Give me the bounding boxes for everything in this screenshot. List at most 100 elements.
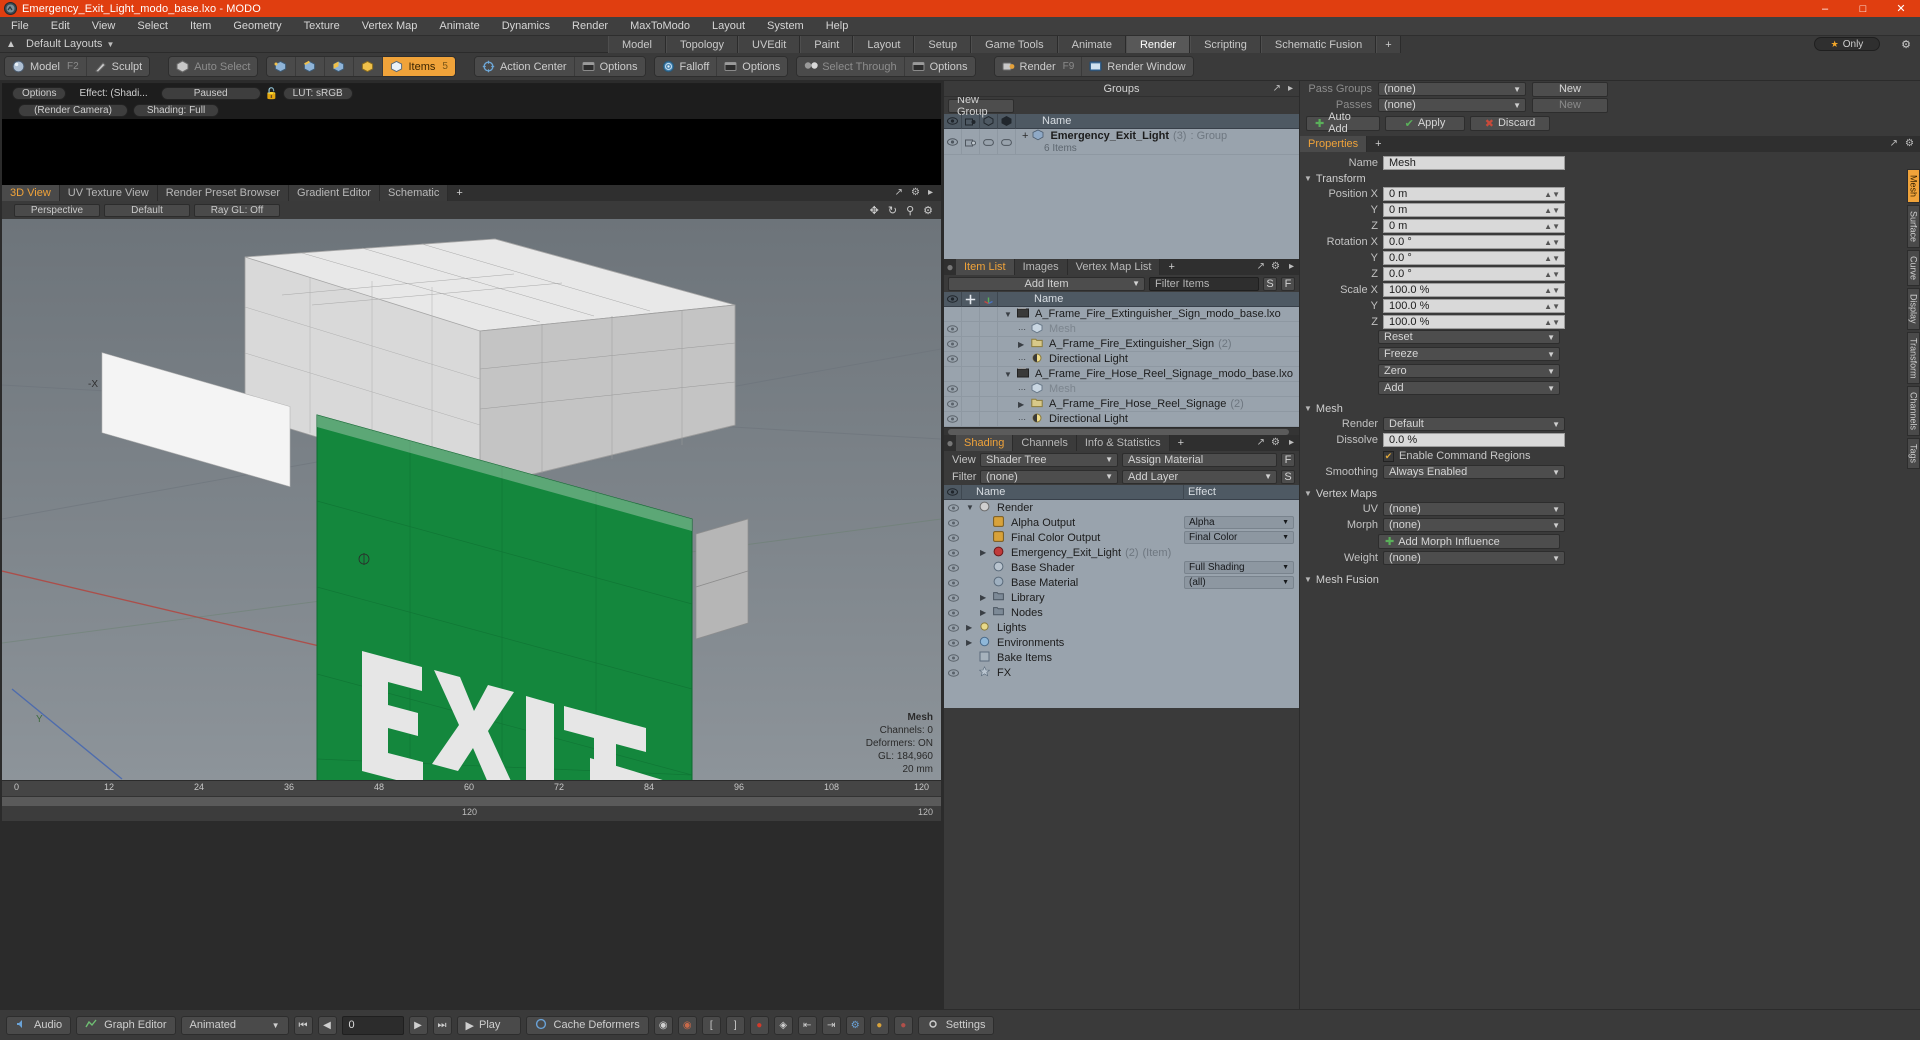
expander-icon[interactable]: ▶ bbox=[980, 548, 989, 557]
pass-groups-dropdown[interactable]: (none) ▼ bbox=[1378, 82, 1526, 96]
render-camera-button[interactable]: (Render Camera) bbox=[18, 104, 128, 117]
add-viewport-tab-button[interactable]: + bbox=[448, 185, 471, 201]
row-eye-icon[interactable] bbox=[944, 351, 962, 367]
row-eye-icon[interactable] bbox=[944, 396, 962, 412]
transform-row-field[interactable]: 100.0 % ▲▼ bbox=[1383, 299, 1565, 313]
list-item[interactable]: ⋯ Directional Light bbox=[944, 351, 1299, 367]
panel-tab-images[interactable]: Images bbox=[1014, 259, 1068, 275]
row-eye-icon[interactable] bbox=[944, 548, 962, 557]
step-back-icon[interactable]: ◀ bbox=[317, 1015, 337, 1035]
list-item[interactable]: ▶ A_Frame_Fire_Hose_Reel_Signage (2) bbox=[944, 396, 1299, 412]
shader-tree-row[interactable]: ▼ Render bbox=[944, 500, 1299, 515]
row-lock-toggle[interactable] bbox=[998, 129, 1016, 155]
bracket-left-icon[interactable]: [ bbox=[701, 1015, 721, 1035]
transform-row-field[interactable]: 0 m ▲▼ bbox=[1383, 219, 1565, 233]
expander-icon[interactable]: ⋯ bbox=[1018, 415, 1027, 424]
shader-tree-row[interactable]: Alpha Output Alpha ▼ bbox=[944, 515, 1299, 530]
discard-button[interactable]: ✖ Discard bbox=[1470, 115, 1550, 131]
row-eye-icon[interactable] bbox=[944, 366, 962, 382]
expander-icon[interactable]: ⋯ bbox=[1018, 325, 1027, 334]
shader-tree-row[interactable]: ▶ Library bbox=[944, 590, 1299, 605]
menu-item-layout[interactable]: Layout bbox=[701, 17, 756, 36]
row-axis-cell[interactable] bbox=[980, 321, 998, 337]
shader-row-effect-cell[interactable]: Full Shading ▼ bbox=[1184, 561, 1299, 574]
menu-item-vertex-map[interactable]: Vertex Map bbox=[351, 17, 429, 36]
shader-tree-dropdown[interactable]: Shader Tree ▼ bbox=[980, 452, 1118, 467]
bracket-right-icon[interactable]: ] bbox=[725, 1015, 745, 1035]
shader-tree-body[interactable]: ▼ Render Alpha Output Alpha ▼ Final Color Out… bbox=[944, 500, 1299, 708]
tab-schematic-fusion[interactable]: Schematic Fusion bbox=[1260, 36, 1377, 53]
spinner-icon[interactable]: ▲▼ bbox=[1544, 254, 1560, 263]
viewport-tab-schematic[interactable]: Schematic bbox=[380, 185, 449, 201]
preview-paused-button[interactable]: Paused bbox=[160, 86, 261, 100]
add-morph-influence-button[interactable]: ✚ Add Morph Influence bbox=[1378, 534, 1560, 549]
auto-add-button[interactable]: ✚ Auto Add bbox=[1306, 111, 1380, 135]
row-eye-icon[interactable] bbox=[944, 593, 962, 602]
expander-icon[interactable]: ⋯ bbox=[1018, 385, 1027, 394]
toolbar-button-action-center[interactable]: Action Center bbox=[474, 57, 575, 76]
row-eye-icon[interactable] bbox=[944, 623, 962, 632]
maximize-button[interactable]: □ bbox=[1844, 0, 1882, 17]
groups-list-body[interactable]: + Emergency_Exit_Light (3) : Group 6 Ite… bbox=[944, 129, 1299, 259]
expander-icon[interactable]: ▶ bbox=[966, 638, 975, 647]
eye-icon[interactable] bbox=[944, 484, 962, 500]
new-group-button[interactable]: New Group bbox=[948, 94, 1014, 118]
autokey-icon[interactable]: ● bbox=[869, 1015, 889, 1035]
shader-row-effect-cell[interactable]: (all) ▼ bbox=[1184, 576, 1299, 589]
cache-deformers-button[interactable]: Cache Deformers bbox=[525, 1015, 649, 1035]
preview-options-button[interactable]: Options bbox=[12, 86, 67, 100]
side-tab-surface[interactable]: Surface bbox=[1907, 205, 1920, 249]
add-layer-suffix-button[interactable]: S bbox=[1281, 469, 1295, 484]
assign-material-suffix-button[interactable]: F bbox=[1281, 452, 1295, 467]
mesh-dissolve-field[interactable]: 0.0 % bbox=[1383, 433, 1565, 447]
row-eye-icon[interactable] bbox=[944, 518, 962, 527]
vertex-map-dropdown[interactable]: (none) ▼ bbox=[1383, 502, 1565, 516]
transform-row-field[interactable]: 100.0 % ▲▼ bbox=[1383, 315, 1565, 329]
menu-item-dynamics[interactable]: Dynamics bbox=[491, 17, 561, 36]
record-icon[interactable]: ● bbox=[749, 1015, 769, 1035]
vertex-maps-section-header[interactable]: ▼ Vertex Maps bbox=[1300, 486, 1920, 501]
gear-icon[interactable]: ⚙ bbox=[923, 204, 933, 217]
expander-plus-icon[interactable]: + bbox=[1022, 130, 1028, 142]
axis-icon[interactable] bbox=[980, 291, 998, 307]
side-tab-display[interactable]: Display bbox=[1907, 288, 1920, 330]
assign-material-button[interactable]: Assign Material bbox=[1122, 452, 1277, 467]
transform-add-button[interactable]: Add ▼ bbox=[1378, 381, 1560, 395]
transform-zero-button[interactable]: Zero ▼ bbox=[1378, 364, 1560, 378]
filter-s-button[interactable]: S bbox=[1263, 276, 1277, 291]
graph-editor-button[interactable]: Graph Editor bbox=[76, 1015, 176, 1035]
only-toggle[interactable]: ★ Only bbox=[1814, 37, 1880, 51]
weight-dropdown[interactable]: (none) ▼ bbox=[1383, 551, 1565, 565]
shader-tree-row[interactable]: Final Color Output Final Color ▼ bbox=[944, 530, 1299, 545]
toolbar-button-model[interactable]: Model F2 bbox=[5, 57, 87, 76]
pass-groups-new-button[interactable]: New bbox=[1532, 81, 1608, 97]
vertex-map-dropdown[interactable]: (none) ▼ bbox=[1383, 518, 1565, 532]
spinner-icon[interactable]: ▲▼ bbox=[1544, 206, 1560, 215]
row-add-cell[interactable] bbox=[962, 351, 980, 367]
viewport-style-button[interactable]: Default bbox=[104, 203, 190, 217]
row-eye-icon[interactable] bbox=[944, 533, 962, 542]
menu-item-file[interactable]: File bbox=[0, 17, 40, 36]
add-tab-button[interactable]: + bbox=[1376, 36, 1401, 53]
row-shade-toggle[interactable] bbox=[980, 129, 998, 155]
effect-dropdown[interactable]: Alpha ▼ bbox=[1184, 516, 1294, 529]
effect-dropdown[interactable]: (all) ▼ bbox=[1184, 576, 1294, 589]
list-item[interactable]: ▼ A_Frame_Fire_Extinguisher_Sign_modo_bas… bbox=[944, 306, 1299, 322]
key-icon[interactable]: ◈ bbox=[773, 1015, 793, 1035]
deformer-toggle-icon[interactable]: ◉ bbox=[653, 1015, 673, 1035]
gear-icon[interactable]: ⚙ bbox=[1901, 38, 1911, 51]
expand-icon[interactable]: ↗ bbox=[895, 187, 903, 198]
menu-item-view[interactable]: View bbox=[81, 17, 127, 36]
row-add-cell[interactable] bbox=[962, 396, 980, 412]
list-item[interactable]: ⋯ Mesh bbox=[944, 321, 1299, 337]
expand-icon[interactable]: ↗ bbox=[1890, 138, 1898, 149]
chevron-right-icon[interactable]: ▸ bbox=[1288, 83, 1293, 94]
transform-freeze-button[interactable]: Freeze ▼ bbox=[1378, 347, 1560, 361]
toolbar-button-sculpt[interactable]: Sculpt bbox=[86, 57, 150, 76]
panel-tab-vertex-map-list[interactable]: Vertex Map List bbox=[1067, 259, 1161, 275]
item-list-body[interactable]: ▼ A_Frame_Fire_Extinguisher_Sign_modo_bas… bbox=[944, 306, 1299, 427]
eye-icon[interactable] bbox=[944, 291, 962, 307]
expander-icon[interactable]: ▶ bbox=[1018, 340, 1027, 349]
row-eye-icon[interactable] bbox=[944, 411, 962, 427]
row-eye-icon[interactable] bbox=[944, 578, 962, 587]
